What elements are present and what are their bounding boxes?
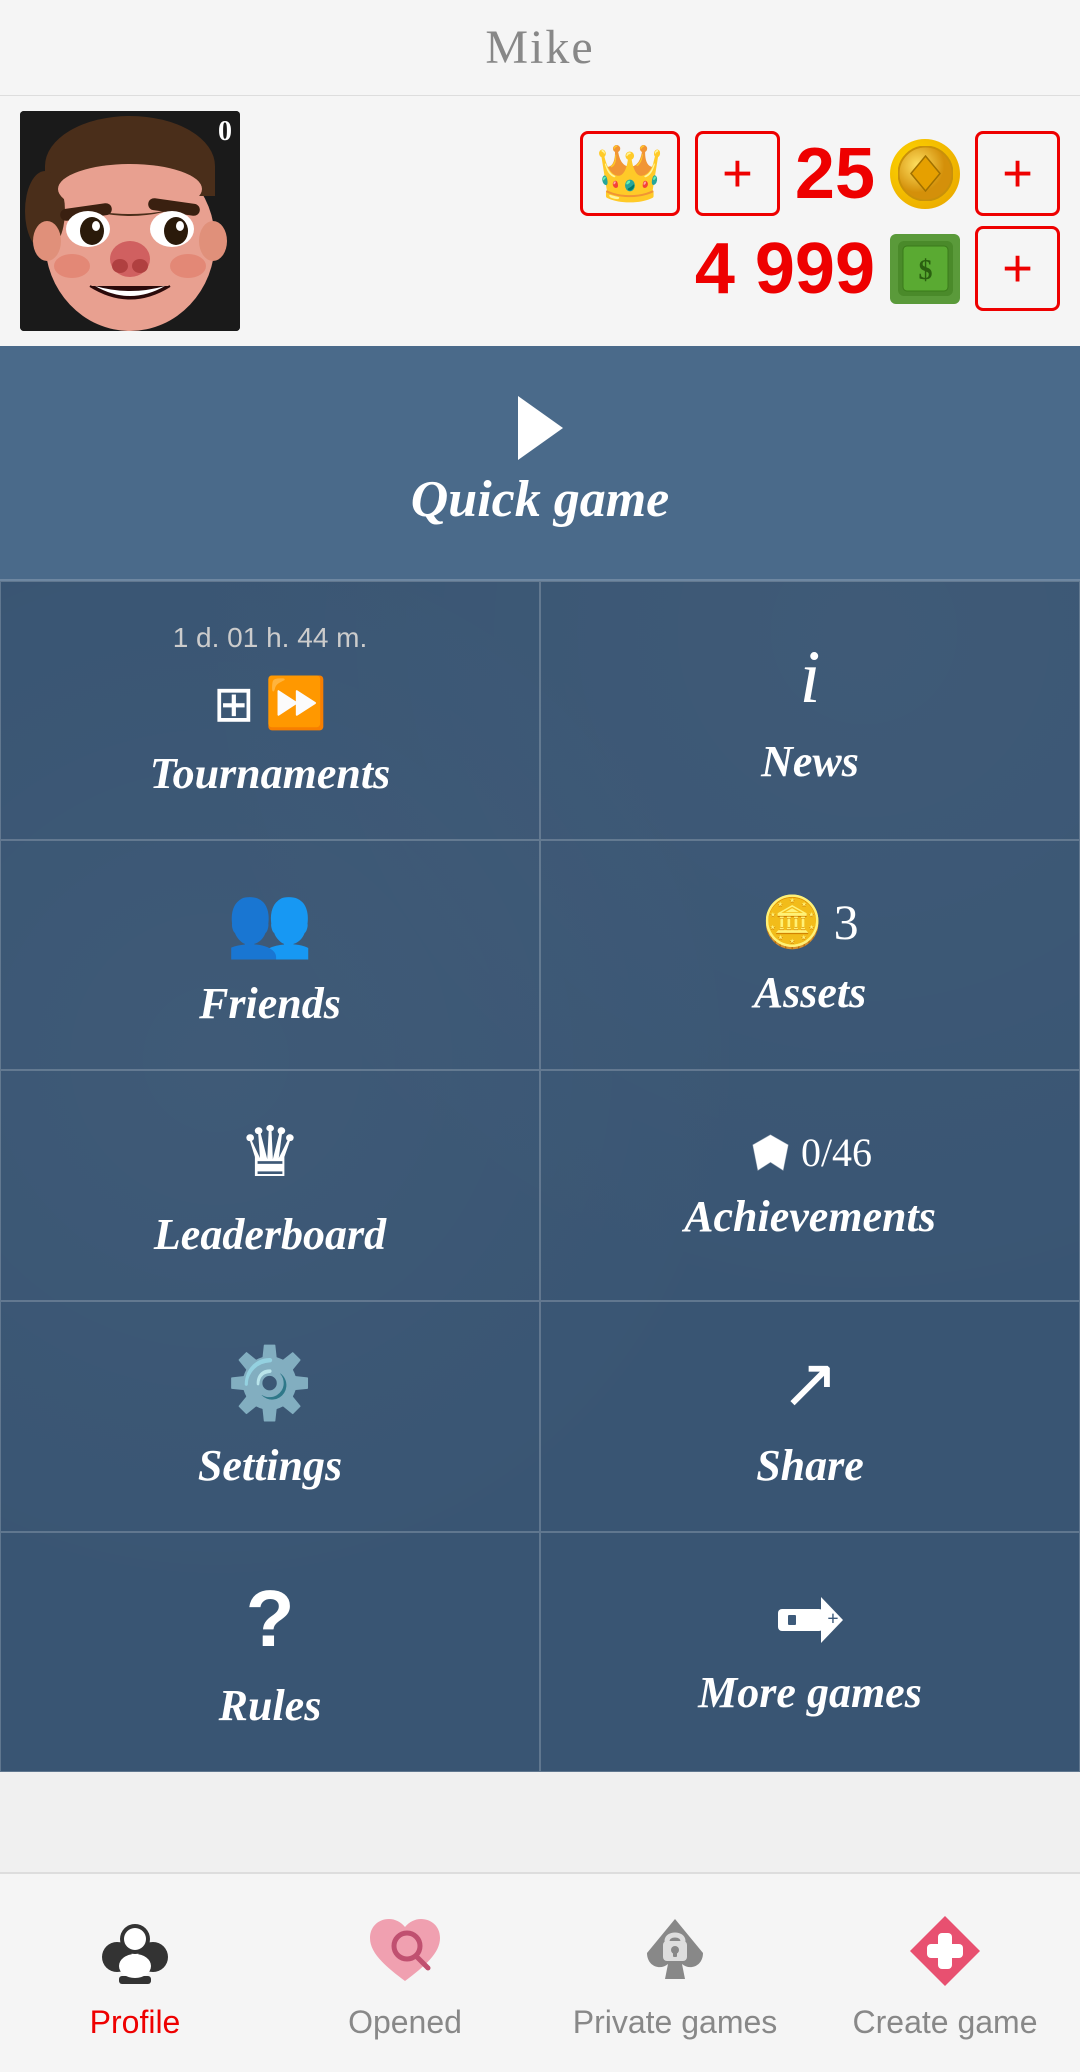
achievements-button[interactable]: 0/46 Achievements [540,1070,1080,1301]
assets-button[interactable]: 🪙 3 Assets [540,840,1080,1070]
coin-count: 25 [795,133,875,215]
more-games-icon: + [773,1587,848,1652]
avatar-image [20,111,240,331]
tournaments-label: Tournaments [150,748,390,799]
nav-private-icon [630,1906,720,1996]
crown-button[interactable]: 👑 [580,131,680,216]
avatar-badge: 0 [218,116,232,148]
nav-private-label: Private games [573,2004,778,2041]
nav-private-svg [635,1911,715,1991]
profile-section: 0 [0,96,1080,346]
nav-opened-icon [360,1906,450,1996]
assets-count-display: 🪙 3 [761,893,858,952]
add-coins-button[interactable]: + [975,131,1060,216]
tournaments-timer: 1 d. 01 h. 44 m. [173,622,368,654]
quick-game-button[interactable]: Quick game [0,346,1080,581]
crown-row: 👑 + 25 + [260,131,1060,216]
more-games-label: More games [698,1667,922,1718]
news-icon: i [800,635,821,721]
add-crown-button[interactable]: + [695,131,780,216]
tournament-grid-icon: ⊞ [213,675,255,733]
nav-opened-svg [365,1911,445,1991]
tournaments-button[interactable]: 1 d. 01 h. 44 m. ⊞ ⏩ Tournaments [0,581,540,840]
username: Mike [0,20,1080,75]
assets-coin-icon: 🪙 [761,893,823,952]
nav-private-games[interactable]: Private games [540,1874,810,2072]
nav-create-label: Create game [853,2004,1038,2041]
friends-label: Friends [199,978,341,1029]
rules-button[interactable]: ? Rules [0,1532,540,1772]
assets-label: Assets [754,967,866,1018]
tournaments-icons: ⊞ ⏩ [213,674,327,733]
leaderboard-button[interactable]: ♛ Leaderboard [0,1070,540,1301]
menu-grid: 1 d. 01 h. 44 m. ⊞ ⏩ Tournaments i News … [0,581,1080,1772]
leaderboard-icon: ♛ [239,1111,302,1194]
tournament-arrow-icon: ⏩ [265,674,327,733]
share-icon: ↗ [781,1342,840,1425]
nav-create-icon [900,1906,990,1996]
achievements-icon [748,1130,793,1175]
nav-profile-label: Profile [90,2004,181,2041]
more-games-button[interactable]: + More games [540,1532,1080,1772]
nav-profile[interactable]: Profile [0,1874,270,2072]
friends-button[interactable]: 👥 Friends [0,840,540,1070]
main-menu: Quick game 1 d. 01 h. 44 m. ⊞ ⏩ Tourname… [0,346,1080,1772]
leaderboard-label: Leaderboard [154,1209,386,1260]
rules-icon: ? [246,1573,295,1665]
stats-area: 👑 + 25 + [260,131,1060,311]
nav-create-svg [905,1911,985,1991]
crown-icon: 👑 [596,142,664,206]
svg-text:$: $ [918,255,932,286]
settings-button[interactable]: ⚙️ Settings [0,1301,540,1532]
friends-icon: 👥 [226,881,313,963]
add-money-button[interactable]: + [975,226,1060,311]
money-svg: $ [898,241,953,296]
settings-label: Settings [198,1440,342,1491]
nav-opened-label: Opened [348,2004,462,2041]
achievements-count-value: 0/46 [801,1129,872,1176]
quick-game-label: Quick game [411,470,670,529]
money-icon: $ [890,234,960,304]
share-label: Share [756,1440,864,1491]
rules-label: Rules [219,1680,322,1731]
achievements-count-display: 0/46 [748,1129,872,1176]
assets-count-value: 3 [834,893,859,951]
bottom-nav: Profile Opened P [0,1872,1080,2072]
nav-profile-icon [90,1906,180,1996]
news-label: News [761,736,859,787]
share-button[interactable]: ↗ Share [540,1301,1080,1532]
svg-text:+: + [827,1608,838,1630]
money-row: 4 999 $ + [260,226,1060,311]
avatar[interactable]: 0 [20,111,240,331]
achievements-label: Achievements [684,1191,936,1242]
nav-profile-svg [95,1911,175,1991]
header: Mike [0,0,1080,96]
coin-svg [898,146,953,201]
play-icon [518,396,563,460]
nav-create-game[interactable]: Create game [810,1874,1080,2072]
news-button[interactable]: i News [540,581,1080,840]
nav-opened[interactable]: Opened [270,1874,540,2072]
coin-icon [890,139,960,209]
money-count: 4 999 [695,228,875,310]
settings-icon: ⚙️ [226,1343,313,1425]
